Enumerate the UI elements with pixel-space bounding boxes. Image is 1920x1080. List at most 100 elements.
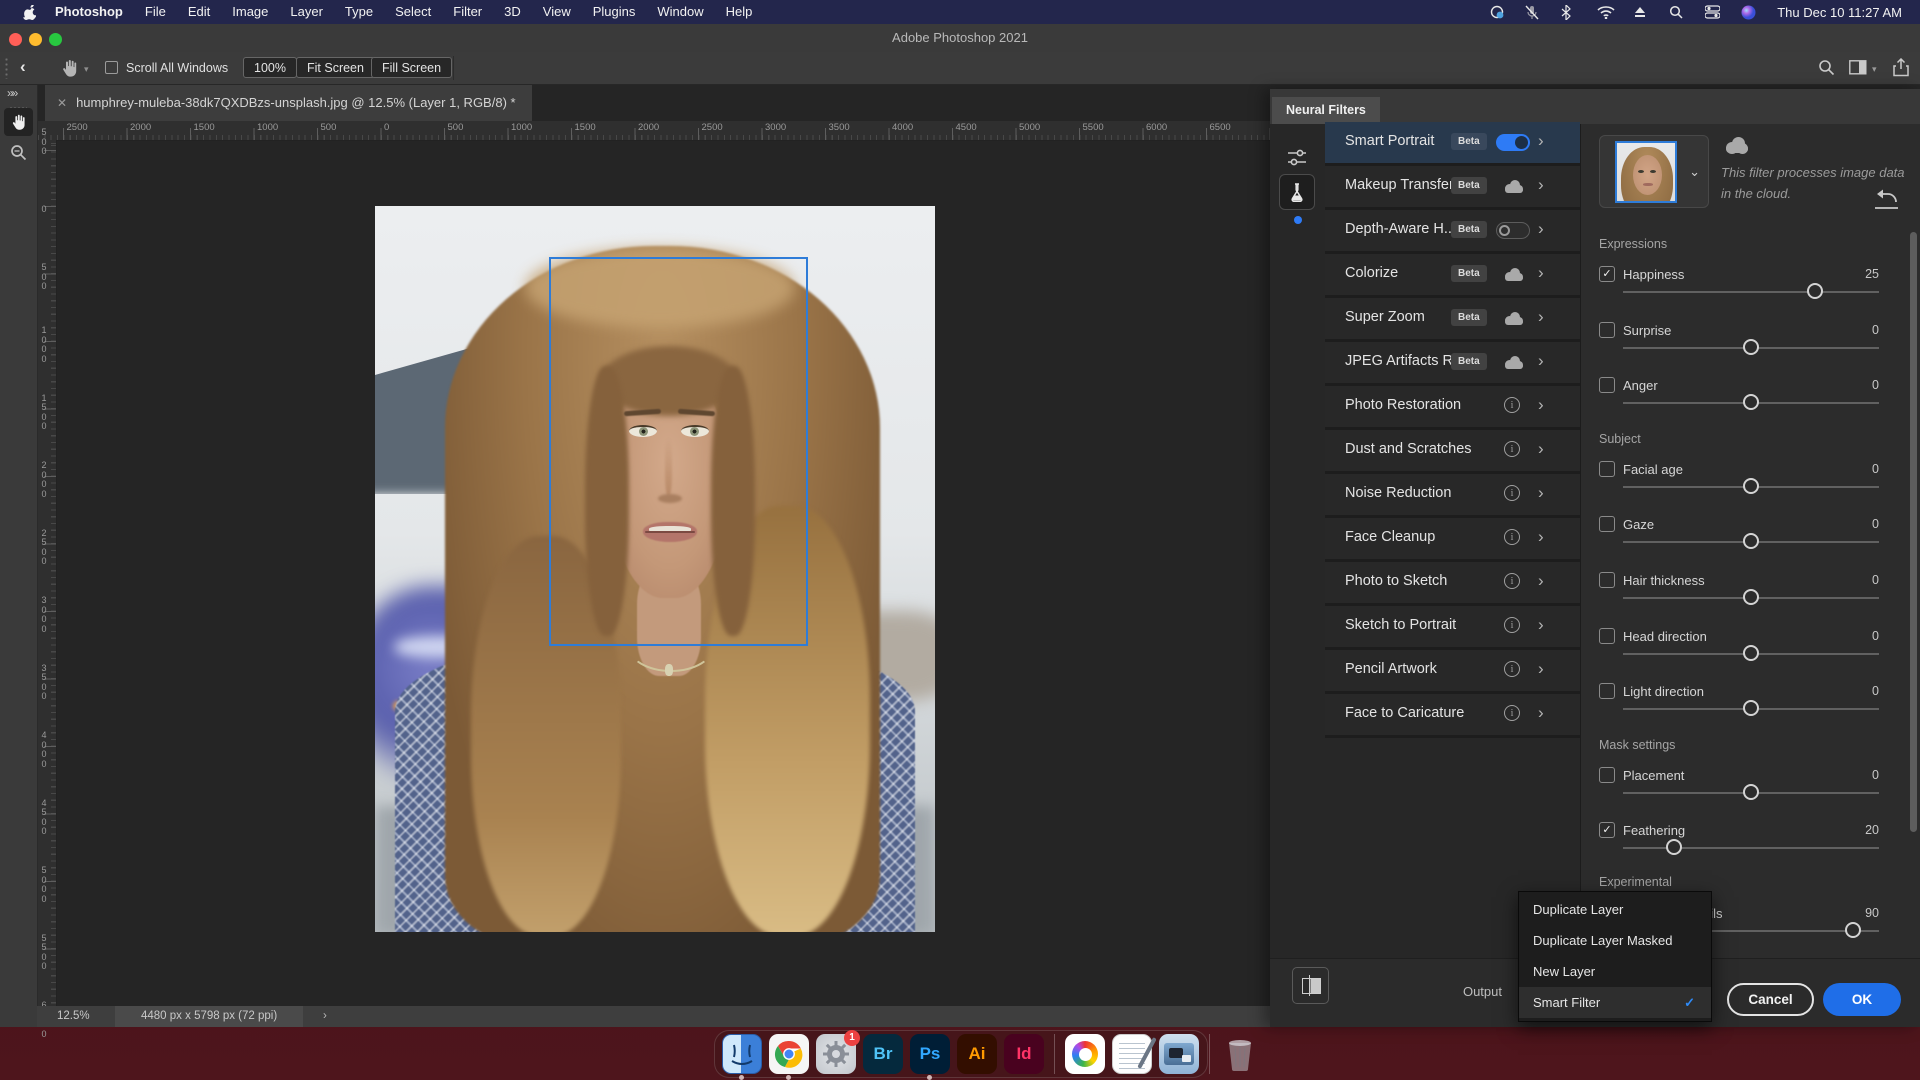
chevron-right-icon[interactable]: › [1538, 439, 1544, 459]
wait-list-dot-icon[interactable] [1294, 216, 1302, 224]
spotlight-search-icon[interactable] [1669, 5, 1686, 20]
output-menu-item-smart-filter[interactable]: Smart Filter✓ [1519, 987, 1711, 1018]
dock-icon-chrome[interactable] [769, 1034, 809, 1074]
happiness-checkbox[interactable]: ✓ [1599, 266, 1615, 282]
dock-icon-finder[interactable] [722, 1034, 762, 1074]
menu-item-layer[interactable]: Layer [279, 4, 334, 19]
dock-icon-textedit[interactable] [1112, 1034, 1152, 1074]
facial-age-checkbox[interactable] [1599, 461, 1615, 477]
chevron-right-icon[interactable]: › [1538, 659, 1544, 679]
filter-row-face-to-caricature[interactable]: Face to Caricaturei› [1325, 694, 1580, 738]
output-menu-item-duplicate-layer[interactable]: Duplicate Layer [1519, 894, 1711, 925]
chevron-right-icon[interactable]: › [1538, 175, 1544, 195]
menu-item-edit[interactable]: Edit [177, 4, 221, 19]
slider-thumb[interactable] [1743, 784, 1759, 800]
chevron-right-icon[interactable]: › [1538, 615, 1544, 635]
filter-row-noise-reduction[interactable]: Noise Reductioni› [1325, 474, 1580, 518]
info-icon[interactable]: i [1504, 617, 1520, 633]
filter-row-sketch-to-portrait[interactable]: Sketch to Portraiti› [1325, 606, 1580, 650]
filter-row-makeup-transfer[interactable]: Makeup TransferBeta› [1325, 166, 1580, 210]
light-direction-checkbox[interactable] [1599, 683, 1615, 699]
filter-row-jpeg-artifacts-r-[interactable]: JPEG Artifacts R...Beta› [1325, 342, 1580, 386]
menu-item-3d[interactable]: 3D [493, 4, 532, 19]
output-menu-item-new-layer[interactable]: New Layer [1519, 956, 1711, 987]
scroll-all-windows-checkbox[interactable] [105, 61, 118, 74]
apple-menu-icon[interactable] [14, 5, 44, 20]
dock-icon-creative-cloud[interactable] [1065, 1034, 1105, 1074]
info-icon[interactable]: i [1504, 661, 1520, 677]
slider-thumb[interactable] [1743, 533, 1759, 549]
slider-thumb[interactable] [1743, 478, 1759, 494]
preview-toggle-button[interactable] [1292, 967, 1329, 1004]
slider-thumb[interactable] [1743, 645, 1759, 661]
menu-item-filter[interactable]: Filter [442, 4, 493, 19]
window-title-bar[interactable]: Adobe Photoshop 2021 [0, 24, 1920, 53]
filter-row-photo-to-sketch[interactable]: Photo to Sketchi› [1325, 562, 1580, 606]
menu-item-select[interactable]: Select [384, 4, 442, 19]
menu-item-file[interactable]: File [134, 4, 177, 19]
menu-item-type[interactable]: Type [334, 4, 384, 19]
surprise-checkbox[interactable] [1599, 322, 1615, 338]
slider-thumb[interactable] [1807, 283, 1823, 299]
slider-thumb[interactable] [1743, 394, 1759, 410]
face-thumbnail-selector[interactable]: ⌄ [1599, 135, 1709, 208]
chevron-right-icon[interactable]: › [1538, 263, 1544, 283]
dock-icon-illustrator[interactable]: Ai [957, 1034, 997, 1074]
options-bar-grip[interactable] [4, 57, 9, 79]
chevron-right-icon[interactable]: › [1538, 219, 1544, 239]
control-center-icon[interactable] [1705, 5, 1722, 20]
dock-icon-indesign[interactable]: Id [1004, 1034, 1044, 1074]
slider-track[interactable] [1623, 847, 1879, 849]
zoom-100-button[interactable]: 100% [243, 57, 297, 78]
dock-icon-screenshot[interactable] [1159, 1034, 1199, 1074]
filter-row-super-zoom[interactable]: Super ZoomBeta› [1325, 298, 1580, 342]
output-menu-item-duplicate-layer-masked[interactable]: Duplicate Layer Masked [1519, 925, 1711, 956]
cancel-button[interactable]: Cancel [1727, 983, 1814, 1016]
close-document-icon[interactable]: ✕ [57, 96, 67, 110]
info-icon[interactable]: i [1504, 397, 1520, 413]
slider-thumb[interactable] [1743, 339, 1759, 355]
chevron-right-icon[interactable]: › [1538, 703, 1544, 723]
menu-item-image[interactable]: Image [221, 4, 279, 19]
siri-icon[interactable] [1741, 5, 1758, 20]
workspace-panel-icon[interactable] [1849, 60, 1867, 75]
filter-row-photo-restoration[interactable]: Photo Restorationi› [1325, 386, 1580, 430]
status-options-chevron-icon[interactable]: › [323, 1010, 327, 1022]
filter-row-face-cleanup[interactable]: Face Cleanupi› [1325, 518, 1580, 562]
panel-scrollbar[interactable] [1910, 232, 1917, 832]
dock-icon-photoshop[interactable]: Ps [910, 1034, 950, 1074]
zoom-tool-button[interactable] [4, 138, 33, 166]
document-tab[interactable]: ✕ humphrey-muleba-38dk7QXDBzs-unsplash.j… [45, 84, 532, 121]
menu-item-photoshop[interactable]: Photoshop [44, 4, 134, 19]
expand-tools-icon[interactable]: »» [7, 86, 16, 100]
filter-toggle[interactable] [1496, 134, 1530, 151]
share-icon[interactable] [1893, 58, 1909, 77]
reset-filter-icon[interactable] [1871, 188, 1903, 216]
wifi-icon[interactable] [1597, 5, 1614, 20]
info-icon[interactable]: i [1504, 573, 1520, 589]
filter-row-smart-portrait[interactable]: Smart PortraitBeta› [1325, 122, 1580, 166]
chevron-right-icon[interactable]: › [1538, 351, 1544, 371]
slider-thumb[interactable] [1666, 839, 1682, 855]
head-direction-checkbox[interactable] [1599, 628, 1615, 644]
slider-thumb[interactable] [1845, 922, 1861, 938]
beta-filters-icon[interactable] [1279, 174, 1315, 210]
menu-bar-clock[interactable]: Thu Dec 10 11:27 AM [1777, 5, 1902, 20]
hand-tool-button[interactable] [4, 108, 33, 136]
filter-row-colorize[interactable]: ColorizeBeta› [1325, 254, 1580, 298]
ok-button[interactable]: OK [1823, 983, 1901, 1016]
filter-row-pencil-artwork[interactable]: Pencil Artworki› [1325, 650, 1580, 694]
chevron-right-icon[interactable]: › [1538, 571, 1544, 591]
menu-item-window[interactable]: Window [646, 4, 714, 19]
hair-thickness-checkbox[interactable] [1599, 572, 1615, 588]
slider-track[interactable] [1623, 291, 1879, 293]
menu-item-help[interactable]: Help [715, 4, 764, 19]
gaze-checkbox[interactable] [1599, 516, 1615, 532]
filter-row-dust-and-scratches[interactable]: Dust and Scratchesi› [1325, 430, 1580, 474]
menu-item-plugins[interactable]: Plugins [582, 4, 647, 19]
screen-mirroring-icon[interactable] [1489, 5, 1506, 20]
info-icon[interactable]: i [1504, 485, 1520, 501]
microphone-muted-icon[interactable] [1525, 5, 1542, 20]
chevron-right-icon[interactable]: › [1538, 307, 1544, 327]
fill-screen-button[interactable]: Fill Screen [371, 57, 452, 78]
